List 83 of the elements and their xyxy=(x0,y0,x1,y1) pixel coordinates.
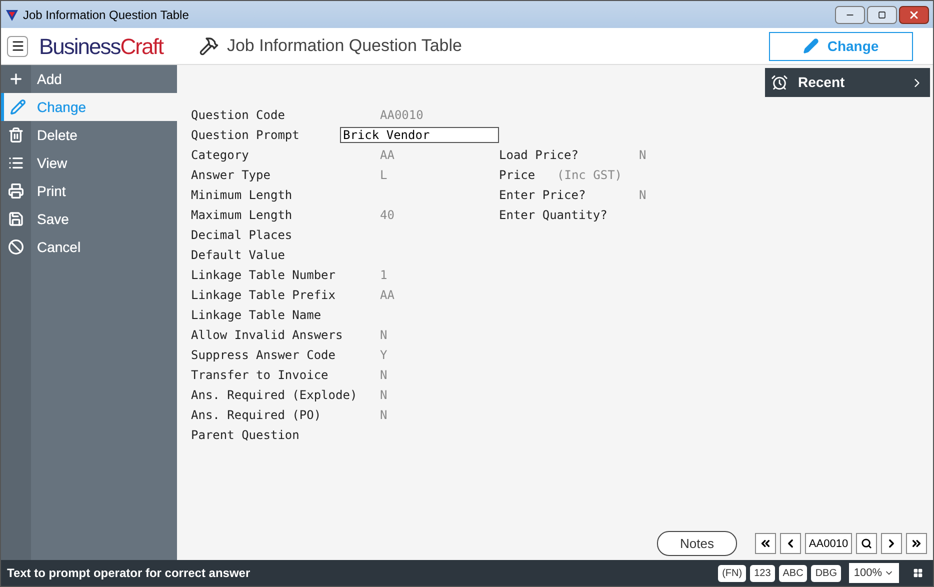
field-value: AA xyxy=(380,287,394,304)
field-value: 1 xyxy=(380,267,388,284)
recent-button[interactable]: Recent xyxy=(765,68,930,97)
status-indicator: (FN) xyxy=(718,564,746,582)
field-label: Question Code xyxy=(191,107,286,124)
field-value: N xyxy=(380,407,388,424)
field-value: AA xyxy=(380,147,394,164)
field-value: AA0010 xyxy=(380,107,424,124)
field-label: Linkage Table Number xyxy=(191,267,336,284)
zoom-dropdown[interactable]: 100% xyxy=(849,563,899,583)
field-label: Question Prompt xyxy=(191,127,300,144)
field-value: N xyxy=(380,367,388,384)
field-label: Suppress Answer Code xyxy=(191,347,336,364)
alarm-clock-icon xyxy=(771,74,788,91)
field-value: Y xyxy=(380,347,388,364)
field-label: Category xyxy=(191,147,250,164)
field-label: Maximum Length xyxy=(191,207,294,224)
field-label: Load Price? xyxy=(499,147,580,164)
field-label: Transfer to Invoice xyxy=(191,367,330,384)
change-icon xyxy=(10,99,26,115)
previous-record-button[interactable] xyxy=(780,533,801,554)
add-icon xyxy=(8,71,24,87)
view-icon xyxy=(8,155,24,171)
sidebar-item[interactable]: Change xyxy=(1,93,177,121)
status-indicator: ABC xyxy=(778,564,808,582)
delete-icon xyxy=(8,127,24,143)
field-value: N xyxy=(380,327,388,344)
field-label: Parent Question xyxy=(191,427,300,444)
print-icon xyxy=(8,183,24,199)
maximize-button[interactable] xyxy=(867,6,897,24)
grid-icon xyxy=(913,568,923,578)
field-label: Enter Quantity? xyxy=(499,207,608,224)
field-label: Default Value xyxy=(191,247,286,264)
first-icon xyxy=(759,537,772,550)
page-title: Job Information Question Table xyxy=(226,35,462,58)
field-value: L xyxy=(380,167,388,184)
change-button[interactable]: Change xyxy=(769,32,913,60)
record-field[interactable]: AA0010 xyxy=(805,533,852,554)
minimize-button[interactable] xyxy=(835,6,865,24)
cancel-icon xyxy=(8,239,24,255)
menu-button[interactable] xyxy=(7,36,28,56)
window-title: Job Information Question Table xyxy=(23,6,189,24)
field-note: (Inc GST) xyxy=(557,167,622,184)
field-label: Ans. Required (Explode) xyxy=(191,387,358,404)
last-record-button[interactable] xyxy=(906,533,927,554)
sidebar-item[interactable]: Cancel xyxy=(1,233,177,261)
menu-icon xyxy=(10,39,24,53)
notes-button[interactable]: Notes xyxy=(657,531,737,556)
field-value: N xyxy=(380,387,388,404)
logo: BusinessCraft xyxy=(39,32,163,60)
field-label: Linkage Table Name xyxy=(191,307,322,324)
close-button[interactable] xyxy=(899,6,929,24)
field-label: Ans. Required (PO) xyxy=(191,407,322,424)
maximize-icon xyxy=(878,10,886,18)
sidebar-item[interactable]: Delete xyxy=(1,121,177,149)
search-icon xyxy=(861,538,872,549)
field-value: 40 xyxy=(380,207,394,224)
field-label: Minimum Length xyxy=(191,187,294,204)
field-label: Answer Type xyxy=(191,167,272,184)
field-label: Linkage Table Prefix xyxy=(191,287,336,304)
status-message: Text to prompt operator for correct answer xyxy=(7,565,250,582)
last-icon xyxy=(910,537,923,550)
app-logo-icon xyxy=(5,8,19,22)
field-label: Price xyxy=(499,167,536,184)
sidebar-item[interactable]: View xyxy=(1,149,177,177)
field-label: Allow Invalid Answers xyxy=(191,327,344,344)
text-field[interactable]: Brick Vendor xyxy=(340,127,499,143)
field-value: N xyxy=(639,187,646,204)
field-value: N xyxy=(639,147,646,164)
field-label: Decimal Places xyxy=(191,227,294,244)
search-button[interactable] xyxy=(856,533,877,554)
field-label: Enter Price? xyxy=(499,187,587,204)
sidebar-item[interactable]: Print xyxy=(1,177,177,205)
next-record-button[interactable] xyxy=(881,533,902,554)
first-record-button[interactable] xyxy=(755,533,776,554)
sidebar-item[interactable]: Save xyxy=(1,205,177,233)
save-icon xyxy=(8,211,24,227)
close-icon xyxy=(908,8,920,20)
pencil-icon xyxy=(803,38,820,54)
hammer-icon xyxy=(198,36,219,56)
sidebar-item[interactable]: Add xyxy=(1,65,177,93)
status-indicator: 123 xyxy=(750,564,775,582)
status-indicator: DBG xyxy=(811,564,841,582)
